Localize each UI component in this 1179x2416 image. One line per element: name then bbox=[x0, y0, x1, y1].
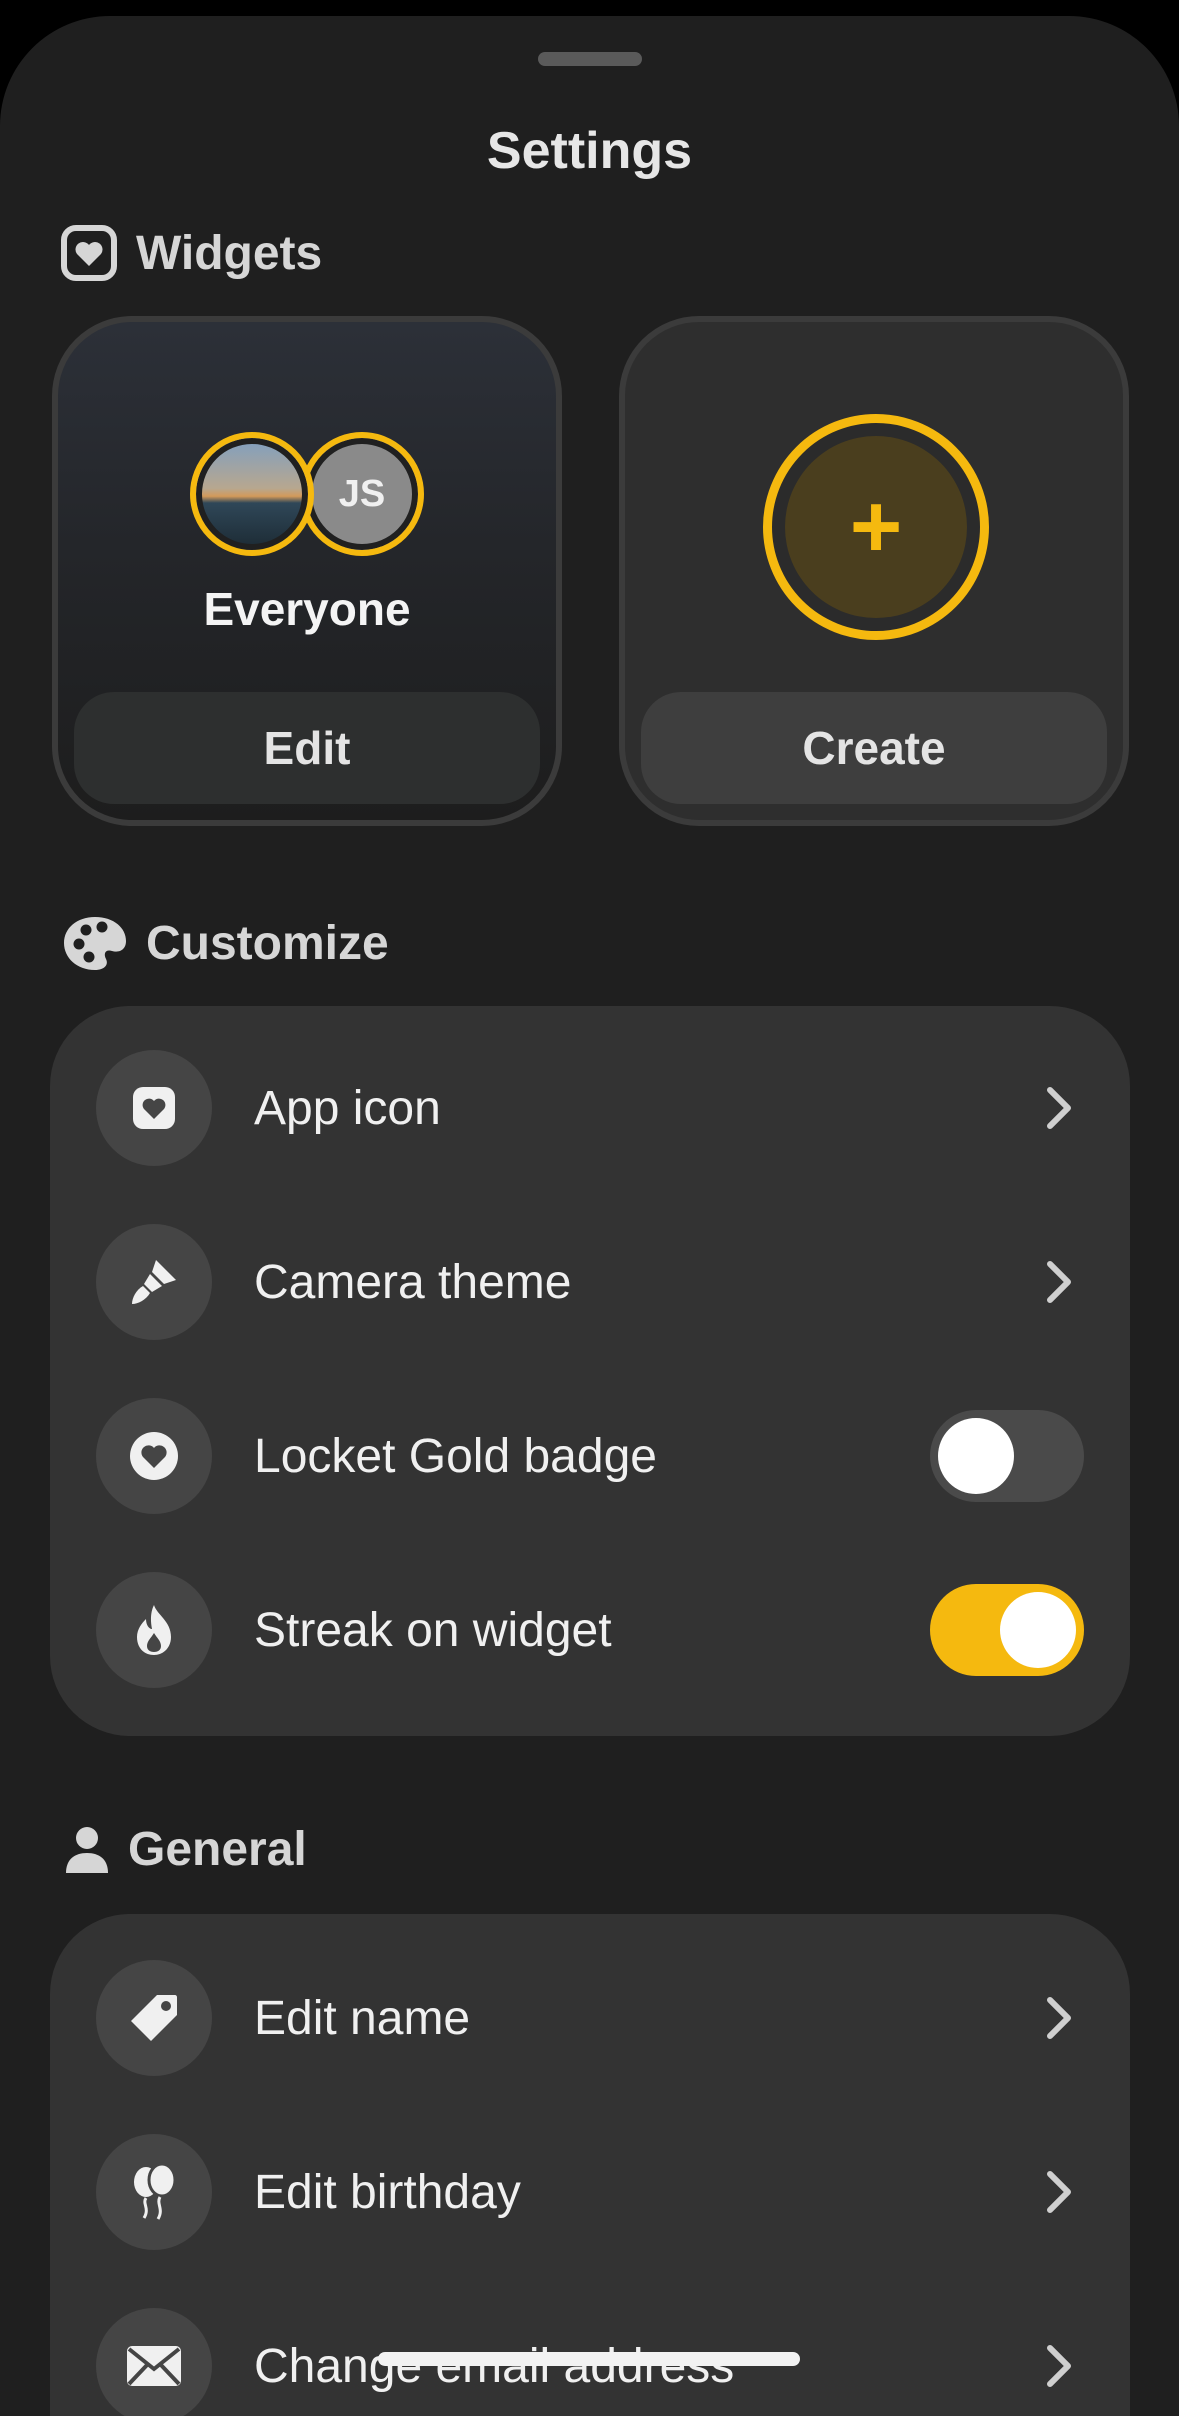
general-group: Edit name Edit birthday Change email add… bbox=[50, 1914, 1130, 2416]
avatar-initials-text: JS bbox=[338, 472, 386, 515]
row-camera-theme[interactable]: Camera theme bbox=[96, 1224, 1084, 1340]
paintbrush-icon bbox=[96, 1224, 212, 1340]
avatar-photo bbox=[190, 432, 314, 556]
locket-gold-badge-toggle[interactable] bbox=[930, 1410, 1084, 1502]
row-label: Streak on widget bbox=[254, 1603, 612, 1657]
edit-widget-button[interactable]: Edit bbox=[74, 692, 540, 804]
widget-card-create[interactable]: + Create bbox=[619, 316, 1129, 826]
chevron-right-icon bbox=[1034, 1078, 1084, 1138]
widget-card-everyone[interactable]: JS Everyone Edit bbox=[52, 316, 562, 826]
flame-icon bbox=[96, 1572, 212, 1688]
heart-square-icon bbox=[96, 1050, 212, 1166]
widget-name: Everyone bbox=[203, 583, 411, 635]
customize-heading: Customize bbox=[146, 916, 389, 970]
chevron-right-icon bbox=[1034, 1988, 1084, 2048]
settings-sheet: Settings Widgets JS Everyone Edit + Crea… bbox=[0, 16, 1179, 2416]
add-widget-button[interactable]: + bbox=[763, 414, 989, 640]
home-indicator[interactable] bbox=[378, 2352, 800, 2366]
toggle-knob bbox=[1000, 1592, 1076, 1668]
chevron-right-icon bbox=[1034, 1252, 1084, 1312]
row-label: Change email address bbox=[254, 2339, 735, 2393]
row-label: Camera theme bbox=[254, 1255, 572, 1309]
customize-group: App icon Camera theme Locket Gold badge … bbox=[50, 1006, 1130, 1736]
tag-icon bbox=[96, 1960, 212, 2076]
general-section-header: General bbox=[64, 1822, 307, 1877]
heart-square-icon bbox=[60, 224, 118, 282]
widgets-heading: Widgets bbox=[136, 226, 323, 280]
create-widget-button[interactable]: Create bbox=[641, 692, 1107, 804]
balloons-icon bbox=[96, 2134, 212, 2250]
row-label: Locket Gold badge bbox=[254, 1429, 657, 1483]
row-app-icon[interactable]: App icon bbox=[96, 1050, 1084, 1166]
customize-section-header: Customize bbox=[62, 914, 389, 972]
chevron-right-icon bbox=[1034, 2336, 1084, 2396]
page-title: Settings bbox=[486, 122, 693, 180]
envelope-icon bbox=[96, 2308, 212, 2416]
row-label: Edit birthday bbox=[254, 2165, 521, 2219]
toggle-knob bbox=[938, 1418, 1014, 1494]
plus-icon: + bbox=[785, 436, 967, 618]
general-heading: General bbox=[128, 1823, 307, 1876]
row-locket-gold-badge: Locket Gold badge bbox=[96, 1398, 1084, 1514]
widgets-section-header: Widgets bbox=[60, 224, 322, 282]
row-label: Edit name bbox=[254, 1991, 471, 2045]
sheet-grabber[interactable] bbox=[538, 52, 642, 66]
row-edit-birthday[interactable]: Edit birthday bbox=[96, 2134, 1084, 2250]
chevron-right-icon bbox=[1034, 2162, 1084, 2222]
row-streak-on-widget: Streak on widget bbox=[96, 1572, 1084, 1688]
palette-icon bbox=[62, 914, 128, 972]
person-icon bbox=[64, 1825, 110, 1875]
heart-circle-icon bbox=[96, 1398, 212, 1514]
row-edit-name[interactable]: Edit name bbox=[96, 1960, 1084, 2076]
row-label: App icon bbox=[254, 1081, 441, 1135]
streak-on-widget-toggle[interactable] bbox=[930, 1584, 1084, 1676]
avatar-initials: JS bbox=[300, 432, 424, 556]
